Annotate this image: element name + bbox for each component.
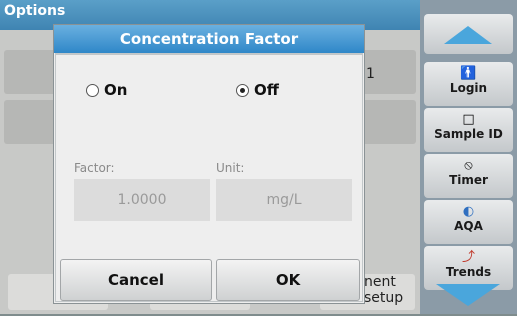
radio-on[interactable]: On	[86, 81, 127, 99]
background-bottom-text: nent setup	[364, 274, 404, 306]
aqa-icon: ◐	[462, 204, 475, 219]
sidebar-item-label: Login	[449, 81, 488, 95]
unit-label: Unit:	[216, 161, 245, 175]
right-sidebar: 🚹 Login □ Sample ID ⦸ Timer ◐ AQA ⤴ Tren…	[420, 0, 517, 314]
scroll-down-button[interactable]	[424, 276, 513, 312]
sidebar-item-timer[interactable]: ⦸ Timer	[424, 154, 513, 198]
dialog-title: Concentration Factor	[54, 25, 364, 53]
radio-on-label: On	[104, 81, 128, 99]
trends-icon: ⤴	[461, 250, 475, 265]
down-arrow-icon	[436, 284, 500, 306]
unit-field[interactable]: mg/L	[216, 179, 352, 221]
background-title: Options	[4, 3, 66, 19]
sidebar-item-label: Sample ID	[434, 127, 503, 141]
sidebar-item-aqa[interactable]: ◐ AQA	[424, 200, 513, 244]
scroll-up-button[interactable]	[424, 14, 513, 54]
factor-field[interactable]: 1.0000	[74, 179, 210, 221]
sidebar-item-label: AQA	[454, 219, 483, 233]
sidebar-item-login[interactable]: 🚹 Login	[424, 62, 513, 106]
timer-icon: ⦸	[464, 158, 473, 173]
ok-button[interactable]: OK	[216, 259, 360, 301]
flask-icon: □	[462, 112, 475, 127]
factor-label: Factor:	[74, 161, 115, 175]
up-arrow-icon	[444, 26, 492, 44]
radio-on-circle[interactable]	[86, 83, 99, 97]
sidebar-item-label: Timer	[449, 173, 488, 187]
radio-off-circle[interactable]	[236, 83, 249, 97]
background-row-text: 1	[366, 66, 375, 82]
radio-off[interactable]: Off	[236, 81, 279, 99]
person-icon: 🚹	[460, 66, 477, 81]
cancel-button[interactable]: Cancel	[60, 259, 212, 301]
concentration-factor-dialog: Concentration Factor On Off Factor: 1.00…	[53, 24, 365, 304]
sidebar-item-sample-id[interactable]: □ Sample ID	[424, 108, 513, 152]
radio-off-label: Off	[254, 81, 279, 99]
